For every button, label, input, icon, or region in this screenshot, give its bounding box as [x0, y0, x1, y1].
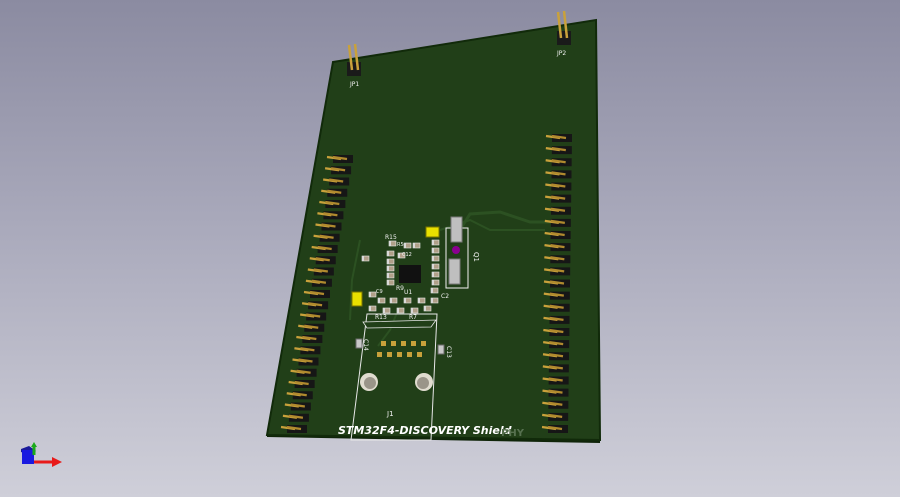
rj45-pin [401, 341, 406, 346]
q1-label: Q1 [472, 252, 480, 262]
rj45-pin [397, 352, 402, 357]
c13-label: C13 [445, 346, 452, 358]
smd-pad [387, 273, 389, 278]
u1-label: U1 [404, 289, 412, 296]
smd-pad [390, 298, 392, 303]
board-title: STM32F4-DISCOVERY Shield [338, 424, 512, 437]
smd-pad [411, 308, 413, 313]
rj45-pin [377, 352, 382, 357]
smd-pad [378, 298, 380, 303]
c12-label: C12 [402, 252, 412, 258]
smd-pad [387, 251, 389, 256]
smd-pad [383, 308, 385, 313]
smd-pad [369, 292, 371, 297]
c14-label: C14 [362, 339, 369, 351]
smd-pad [362, 256, 364, 261]
j1-label: J1 [386, 410, 394, 418]
smd-pad [431, 288, 433, 293]
r13-label: R13 [375, 314, 387, 321]
rj45-pin [421, 341, 426, 346]
smd-pad [387, 259, 389, 264]
rj45-pin [411, 341, 416, 346]
smd-pad [413, 243, 415, 248]
smd-pad [404, 298, 406, 303]
smd-pad [369, 306, 371, 311]
rj45-pin [417, 352, 422, 357]
rj45-pin [381, 341, 386, 346]
c2-label: C2 [441, 293, 449, 300]
smd-pad [432, 264, 434, 269]
smd-pad [389, 241, 391, 246]
smd-pad [397, 308, 399, 313]
smd-pad [387, 280, 389, 285]
smd-pad [404, 243, 406, 248]
smd-pad [431, 298, 433, 303]
r7-label: R7 [409, 314, 417, 321]
axis-gizmo [21, 442, 62, 467]
smd-pad [387, 266, 389, 271]
jp2-label: JP2 [556, 50, 566, 57]
jp1-header: JP1 [347, 43, 361, 88]
smd-pad [432, 256, 434, 261]
smd-pad [432, 240, 434, 245]
smd-pad [418, 298, 420, 303]
c9-label: C9 [376, 289, 383, 295]
z-axis-arrow [31, 442, 37, 447]
rj45-pin [391, 341, 396, 346]
3d-viewport[interactable]: JP1 JP2 Q1 R15 R5 C12 C9 R9 U1 C2 R13 R7 [0, 0, 900, 497]
smd-pad [432, 272, 434, 277]
jp1-label: JP1 [349, 81, 359, 88]
rj45-pin [387, 352, 392, 357]
smd-pad [432, 248, 434, 253]
smd-pad [424, 306, 426, 311]
smd-pad [398, 253, 400, 258]
rj45-pin [407, 352, 412, 357]
r5-label: R5 [397, 242, 404, 248]
smd-pad [432, 280, 434, 285]
r9-label: R9 [396, 285, 404, 292]
r15-label: R15 [385, 234, 397, 241]
phy-label: PHY [501, 428, 525, 439]
